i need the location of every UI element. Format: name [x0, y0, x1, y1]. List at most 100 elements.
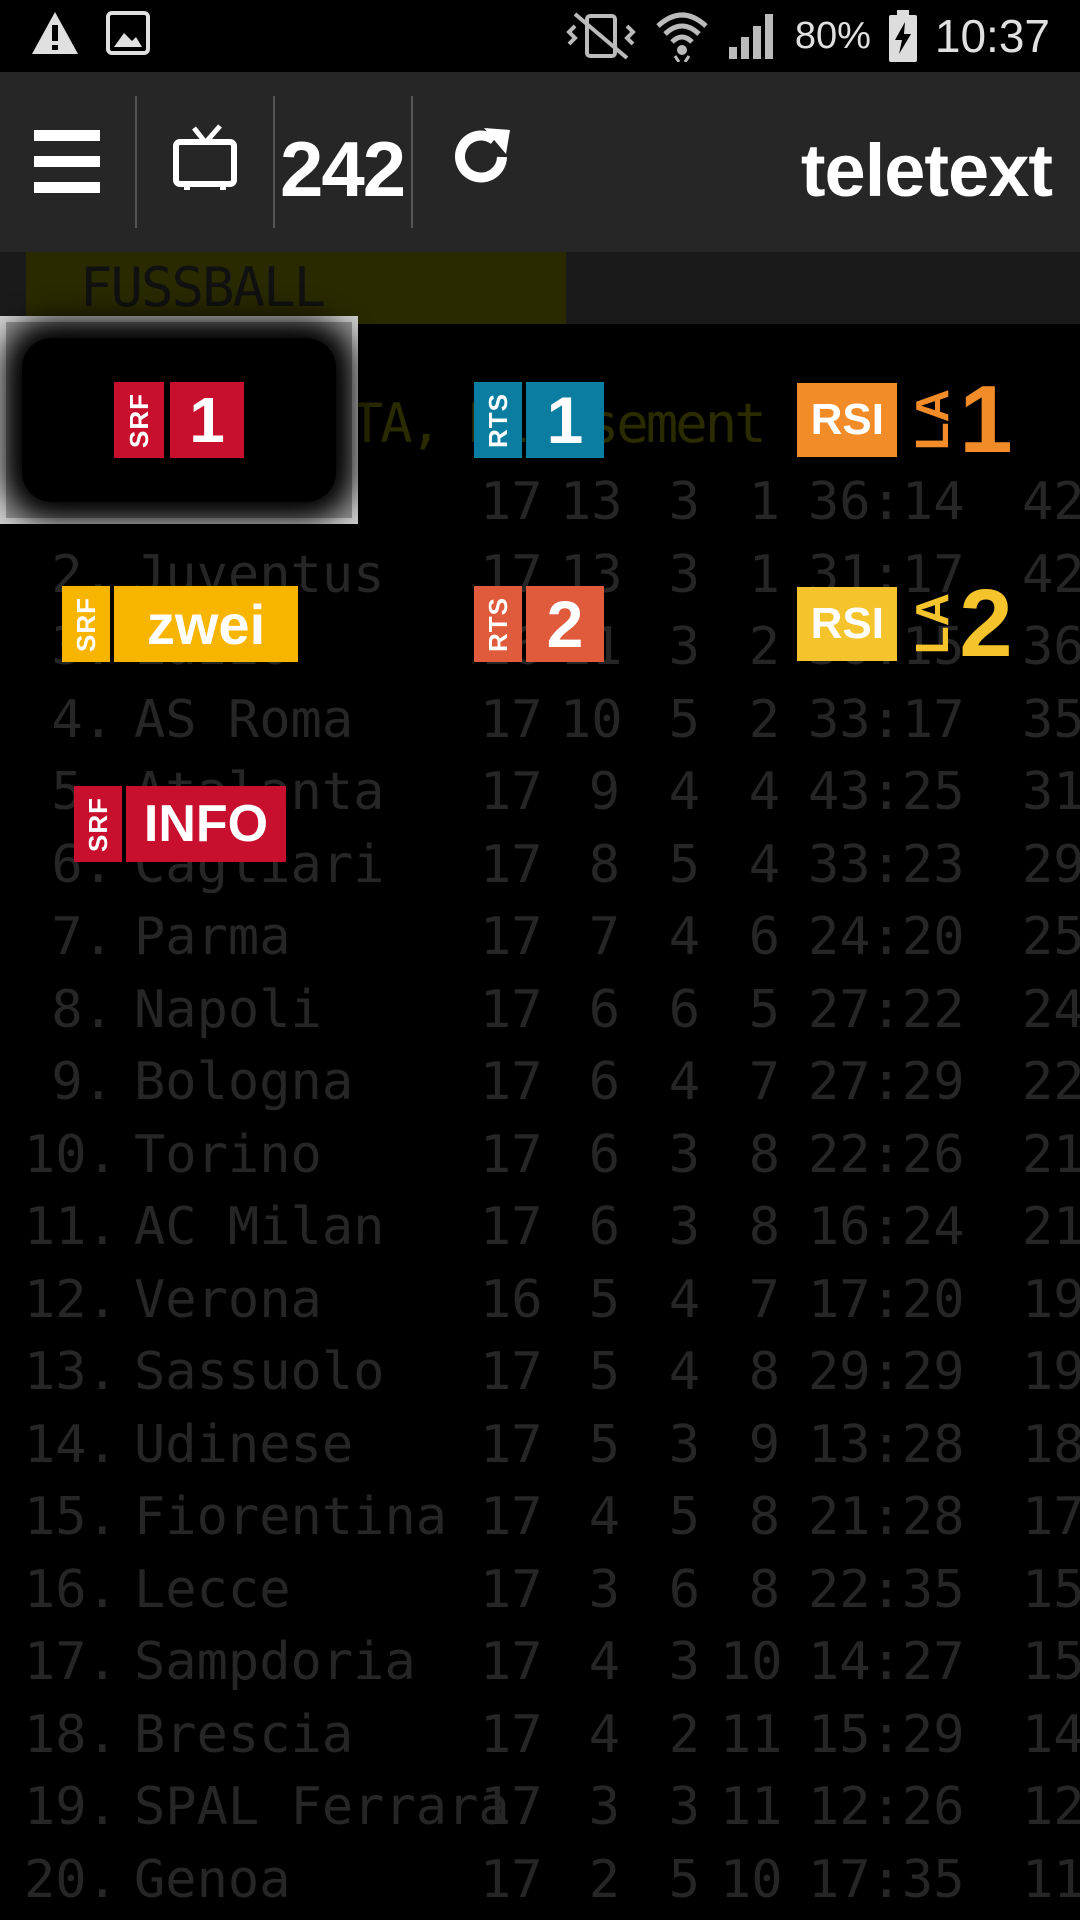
- lost: 11: [720, 1704, 783, 1765]
- srfzwei-prefix: SRF: [70, 596, 101, 652]
- won: 5: [588, 1269, 620, 1330]
- rank: 20.: [24, 1849, 118, 1910]
- team-name: Lecce: [134, 1559, 291, 1620]
- toolbar-divider: [135, 96, 137, 228]
- channel-srfinfo[interactable]: SRF INFO: [40, 724, 320, 924]
- teletext-header: FUSSBALL 24.12.19 11:53: [0, 252, 1080, 324]
- srfzwei-logo: SRF zwei: [62, 586, 298, 662]
- points: 24: [1022, 979, 1080, 1040]
- draw: 3: [668, 1124, 700, 1185]
- channel-rsila2[interactable]: RSI LA 2: [770, 524, 1040, 724]
- table-row: 10. Torino 17 6 3 8 22:26 21: [0, 1119, 1080, 1192]
- srf1-name-box: 1: [170, 382, 244, 458]
- rsila2-mark: LA: [906, 593, 959, 655]
- draw: 4: [668, 907, 700, 967]
- srf1-prefix: SRF: [123, 392, 154, 448]
- toolbar: 242 teletext: [0, 72, 1080, 252]
- won: 5: [588, 1342, 620, 1402]
- rts1-name-box: 1: [526, 382, 604, 458]
- table-row: 15. Fiorentina 17 4 5 8 21:28 17: [0, 1481, 1080, 1554]
- rank: 18.: [24, 1704, 118, 1765]
- points: 25: [1022, 907, 1080, 967]
- team-name: Bologna: [134, 1052, 354, 1112]
- table-row: 16. Lecce 17 3 6 8 22:35 15: [0, 1554, 1080, 1627]
- rsila1-name: 1: [959, 366, 1013, 473]
- lost: 10: [720, 1632, 783, 1692]
- lost: 6: [748, 907, 780, 967]
- team-name: Sampdoria: [134, 1632, 416, 1692]
- lost: 8: [748, 1124, 780, 1185]
- channel-srf1[interactable]: SRF 1: [0, 316, 358, 524]
- rank: 11.: [24, 1197, 118, 1257]
- draw: 3: [668, 1414, 700, 1475]
- channel-rts1[interactable]: RTS 1: [444, 316, 634, 524]
- points: 18: [1022, 1414, 1080, 1475]
- team-name: Torino: [134, 1124, 322, 1185]
- srfinfo-name: INFO: [143, 795, 269, 853]
- won: 3: [588, 1559, 620, 1620]
- goals: 24:20: [808, 907, 965, 967]
- played: 17: [480, 1342, 543, 1402]
- menu-icon[interactable]: [34, 130, 100, 194]
- points: 17: [1022, 1487, 1080, 1547]
- played: 16: [480, 1269, 543, 1330]
- team-name: Genoa: [134, 1849, 291, 1910]
- team-name: Napoli: [134, 979, 322, 1040]
- image-icon: [106, 11, 150, 55]
- table-row: 19. SPAL Ferrara 17 3 3 11 12:26 12: [0, 1771, 1080, 1844]
- brand-logo: teletext: [800, 129, 1053, 212]
- team-name: Udinese: [134, 1414, 354, 1475]
- rts2-prefix: RTS: [482, 596, 513, 652]
- draw: 3: [668, 1632, 700, 1692]
- rsila1-prefix-box: RSI: [797, 383, 898, 457]
- srf1-name: 1: [189, 384, 225, 456]
- draw: 6: [668, 1559, 700, 1620]
- table-row: 8. Napoli 17 6 6 5 27:22 24: [0, 974, 1080, 1047]
- rank: 9.: [51, 1052, 114, 1112]
- rsila2-prefix-box: RSI: [797, 587, 898, 661]
- rts2-name-box: 2: [526, 586, 604, 662]
- team-name: Brescia: [134, 1704, 354, 1765]
- table-row: 12. Verona 16 5 4 7 17:20 19: [0, 1264, 1080, 1337]
- table-row: 11. AC Milan 17 6 3 8 16:24 21: [0, 1191, 1080, 1264]
- points: 15: [1022, 1632, 1080, 1692]
- rank: 16.: [24, 1559, 118, 1620]
- points: 11: [1022, 1849, 1080, 1910]
- team-name: Fiorentina: [134, 1487, 448, 1547]
- played: 17: [480, 1559, 543, 1620]
- rsila2-name: 2: [959, 570, 1013, 677]
- points: 19: [1022, 1342, 1080, 1402]
- won: 5: [588, 1414, 620, 1475]
- wifi-icon: [656, 12, 708, 62]
- draw: 4: [668, 1269, 700, 1330]
- rts1-name: 1: [546, 383, 584, 457]
- clock: 10:37: [934, 10, 1050, 62]
- page-number[interactable]: 242: [280, 124, 406, 215]
- goals: 27:22: [808, 979, 965, 1040]
- srfzwei-name: zwei: [146, 592, 266, 656]
- rts1-prefix-box: RTS: [474, 382, 522, 458]
- channel-rts2[interactable]: RTS 2: [444, 524, 634, 724]
- rsila1-logo: RSI LA 1: [797, 366, 1013, 473]
- table-row: 20. Genoa 17 2 5 10 17:35 11: [0, 1844, 1080, 1917]
- channel-picker: SRF 1 RTS 1 RSI LA 1 SRF zwei RTS 2 RSI …: [0, 316, 1080, 896]
- srfinfo-prefix: SRF: [82, 796, 113, 852]
- goals: 22:26: [808, 1124, 965, 1185]
- lost: 11: [720, 1777, 783, 1837]
- won: 3: [588, 1777, 620, 1837]
- played: 17: [480, 1632, 543, 1692]
- tv-icon[interactable]: [172, 124, 238, 192]
- won: 6: [588, 1124, 620, 1185]
- played: 17: [480, 1197, 543, 1257]
- channel-rsila1[interactable]: RSI LA 1: [770, 316, 1040, 524]
- goals: 17:20: [808, 1269, 965, 1330]
- won: 4: [588, 1704, 620, 1765]
- signal-icon: [728, 14, 773, 59]
- refresh-icon[interactable]: [448, 124, 514, 190]
- channel-srfzwei[interactable]: SRF zwei: [40, 524, 320, 724]
- won: 6: [588, 1197, 620, 1257]
- points: 22: [1022, 1052, 1080, 1112]
- draw: 2: [668, 1704, 700, 1765]
- points: 15: [1022, 1559, 1080, 1620]
- table-row: 13. Sassuolo 17 5 4 8 29:29 19: [0, 1336, 1080, 1409]
